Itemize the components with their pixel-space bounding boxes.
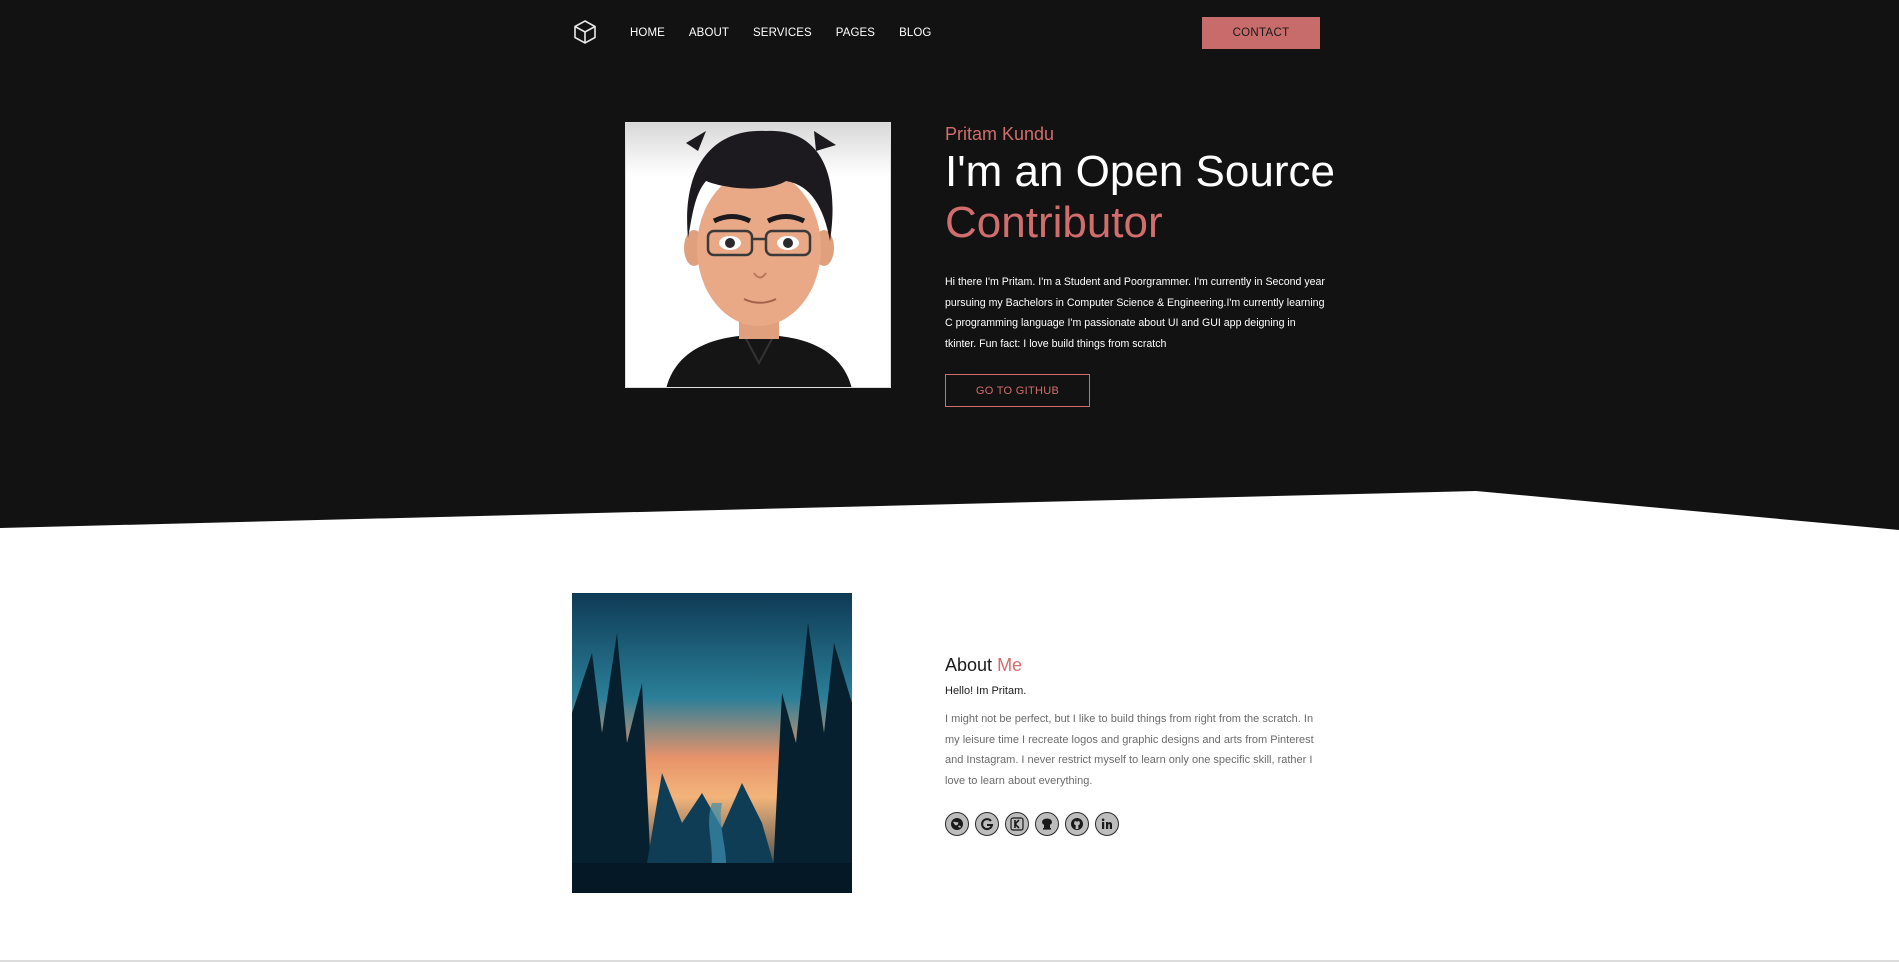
contact-button[interactable]: CONTACT bbox=[1202, 17, 1320, 49]
hero-description: Hi there I'm Pritam. I'm a Student and P… bbox=[945, 276, 1325, 350]
google-icon[interactable] bbox=[975, 812, 999, 836]
nav-blog[interactable]: BLOG bbox=[899, 25, 931, 41]
hero-title-line2: Contributor bbox=[945, 198, 1163, 247]
hero-title: I'm an Open Source Contributor bbox=[945, 146, 1335, 248]
about-heading-plain: About bbox=[945, 655, 993, 675]
avatar bbox=[625, 122, 891, 388]
nav-home[interactable]: HOME bbox=[630, 25, 665, 41]
about-body: I might not be perfect, but I like to bu… bbox=[945, 713, 1314, 787]
hero-title-line1: I'm an Open Source bbox=[945, 147, 1335, 196]
linkedin-icon[interactable] bbox=[1095, 812, 1119, 836]
forest-landscape-image bbox=[572, 593, 852, 893]
nav-pages[interactable]: PAGES bbox=[836, 25, 875, 41]
page: HOME ABOUT SERVICES PAGES BLOG CONTACT P… bbox=[0, 0, 1899, 962]
about-heading: About Me bbox=[945, 654, 1022, 676]
nav-services[interactable]: SERVICES bbox=[753, 25, 812, 41]
about-hello: Hello! Im Pritam. bbox=[945, 685, 1027, 697]
github-icon[interactable] bbox=[1065, 812, 1089, 836]
main-nav: HOME ABOUT SERVICES PAGES BLOG bbox=[630, 25, 955, 41]
social-links bbox=[945, 812, 1119, 836]
globe-icon[interactable] bbox=[945, 812, 969, 836]
hero-section bbox=[0, 0, 1899, 530]
go-to-github-button[interactable]: GO TO GITHUB bbox=[945, 374, 1090, 407]
about-heading-accent: Me bbox=[997, 655, 1023, 675]
kaggle-icon[interactable] bbox=[1005, 812, 1029, 836]
hero-name: Pritam Kundu bbox=[945, 124, 1055, 144]
cube-icon[interactable] bbox=[572, 19, 598, 45]
nav-about[interactable]: ABOUT bbox=[689, 25, 729, 41]
codechef-icon[interactable] bbox=[1035, 812, 1059, 836]
